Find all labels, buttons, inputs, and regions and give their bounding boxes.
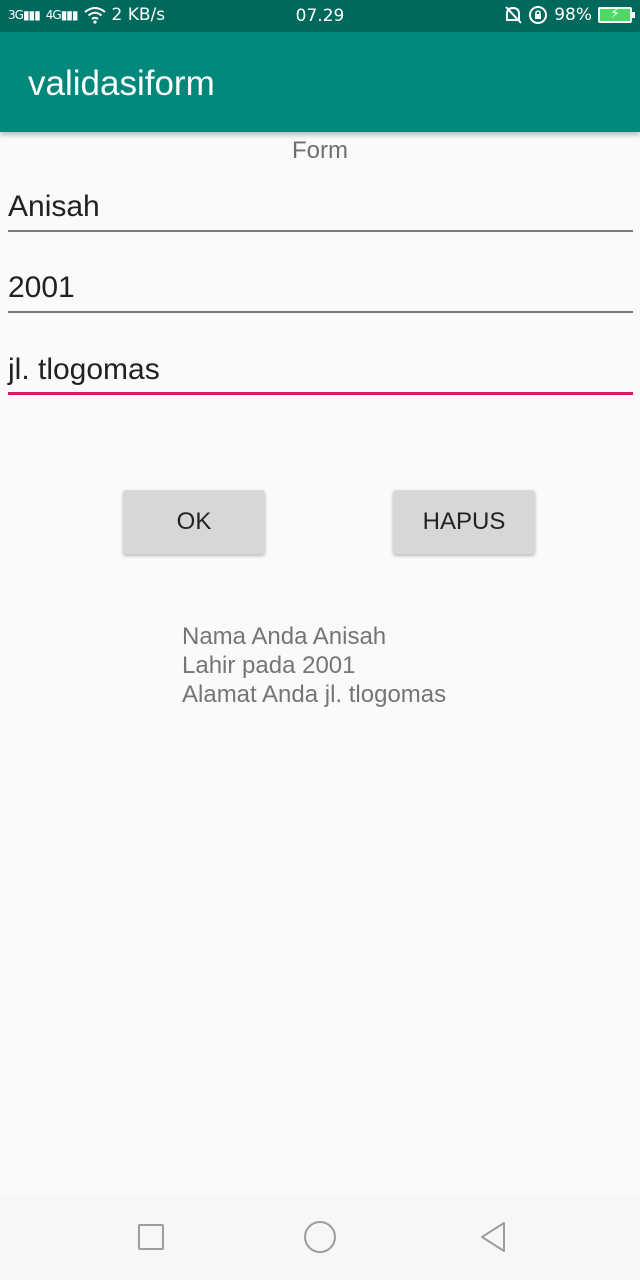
back-icon[interactable] — [478, 1220, 508, 1254]
name-field[interactable]: Anisah — [8, 182, 633, 232]
address-field[interactable]: jl. tlogomas — [8, 345, 633, 395]
address-field-value: jl. tlogomas — [8, 353, 160, 386]
result-address-line: Alamat Anda jl. tlogomas — [182, 681, 447, 708]
battery-percent: 98% — [554, 5, 592, 25]
name-field-value: Anisah — [8, 190, 100, 223]
app-title: validasiform — [28, 64, 215, 103]
hapus-button[interactable]: HAPUS — [393, 490, 535, 554]
home-icon[interactable] — [304, 1221, 336, 1253]
name-field-underline — [8, 230, 633, 232]
ok-button[interactable]: OK — [123, 490, 265, 554]
birth-year-field-value: 2001 — [8, 271, 75, 304]
address-field-underline — [8, 392, 633, 395]
navigation-bar — [0, 1196, 640, 1280]
recent-apps-icon[interactable] — [138, 1224, 164, 1250]
app-bar: validasiform — [0, 32, 640, 132]
mute-bell-icon — [505, 6, 522, 24]
result-text: Nama Anda Anisah Lahir pada 2001 Alamat … — [182, 622, 446, 709]
battery-icon: ⚡ — [598, 6, 635, 23]
result-name-line: Nama Anda Anisah — [182, 623, 387, 650]
birth-year-field-underline — [8, 311, 633, 313]
birth-year-field[interactable]: 2001 — [8, 263, 633, 313]
rotation-lock-icon — [529, 6, 548, 24]
status-bar: 3G▮▮▮ 4G▮▮▮ 2 KB/s 07.29 98% ⚡ — [0, 0, 640, 32]
form-label: Form — [292, 137, 348, 164]
result-birth-line: Lahir pada 2001 — [182, 652, 356, 679]
status-right: 98% ⚡ — [504, 5, 635, 25]
